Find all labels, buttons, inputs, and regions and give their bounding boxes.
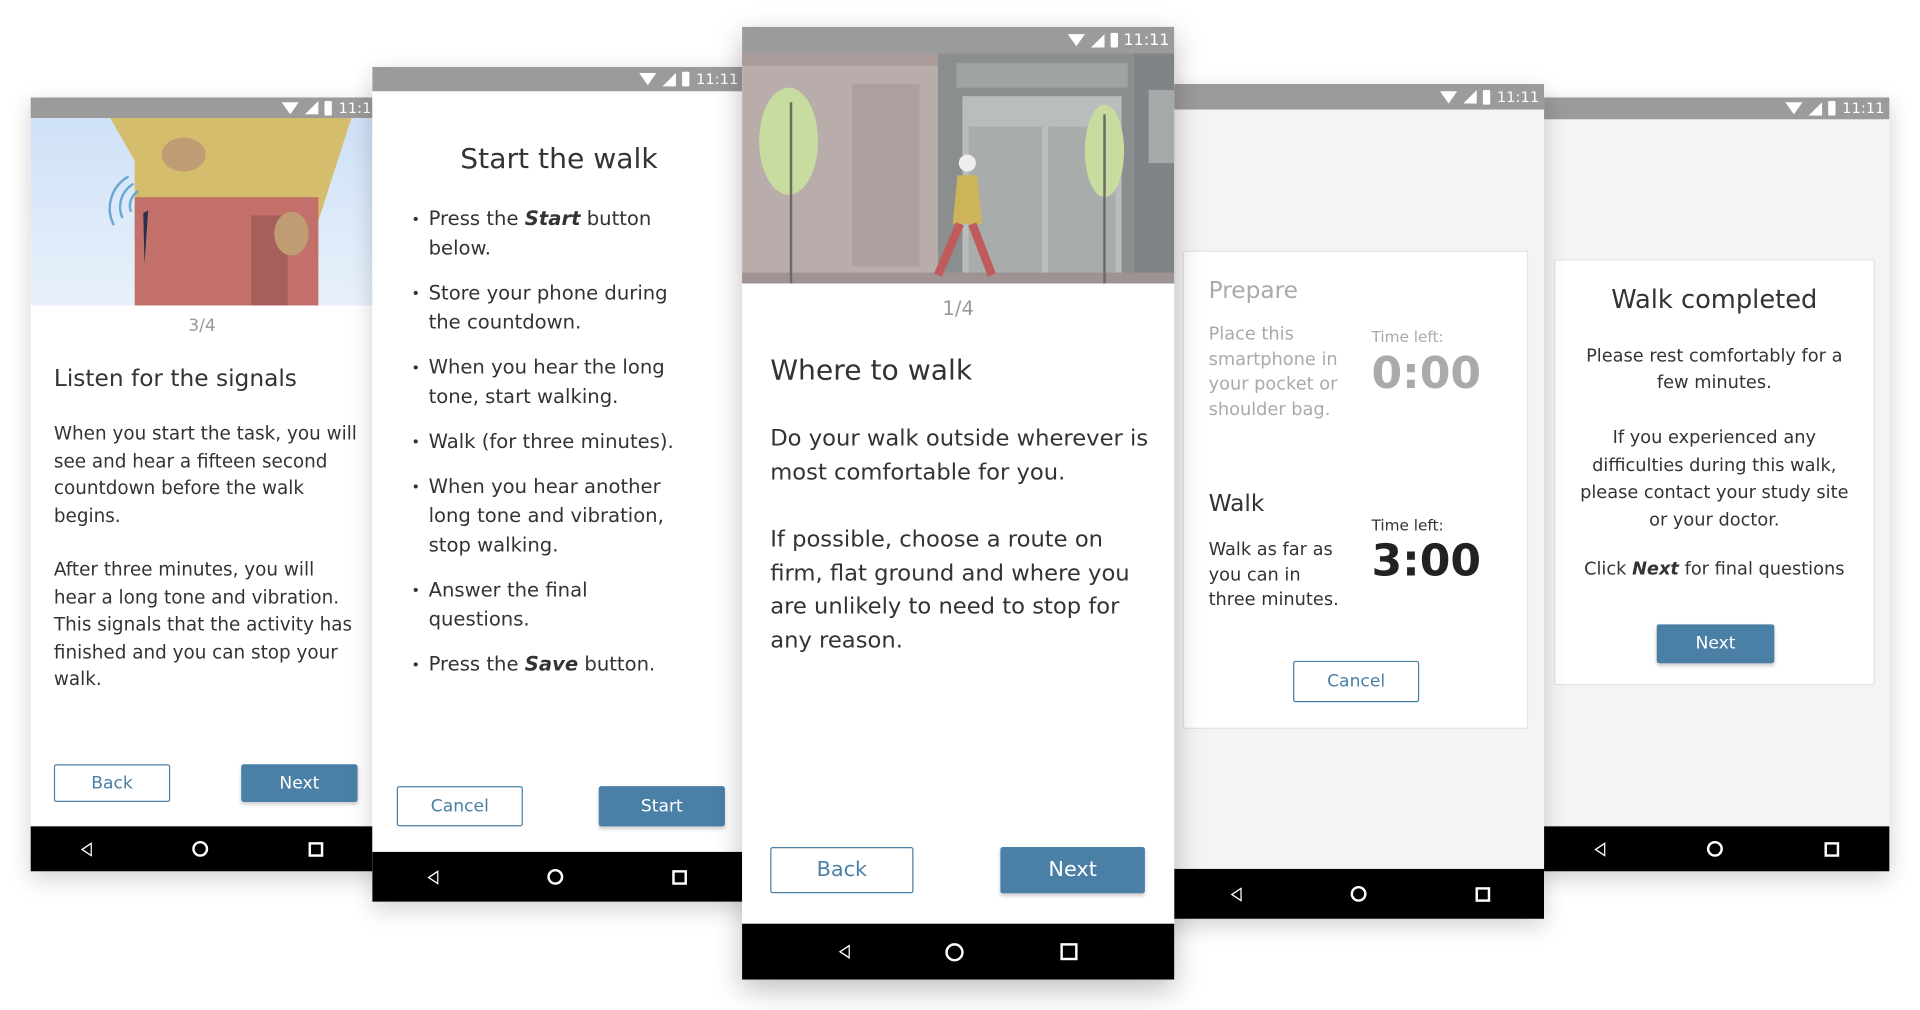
body-paragraph: If possible, choose a route on firm, fla… [770,526,1130,653]
status-bar: 11:11 [1151,83,1545,110]
back-nav-icon[interactable] [1230,886,1242,902]
wifi-icon [282,101,300,114]
step-indicator: 3/4 [188,316,216,336]
status-time: 11:11 [1123,31,1170,50]
instruction-bold: Next [1632,559,1679,580]
start-button[interactable]: Start [598,786,725,827]
back-nav-icon[interactable] [426,869,438,885]
walk-countdown: 3:00 [1371,536,1482,587]
wifi-icon [1785,102,1803,115]
recents-nav-icon[interactable] [1474,886,1490,902]
list-item: Press the Start button below. [409,204,691,262]
list-item: Walk (for three minutes). [409,427,691,456]
list-item: When you hear the long tone, start walki… [409,353,691,411]
signal-icon [1090,33,1104,47]
status-bar: 11:11 [742,26,1175,54]
wifi-icon [639,73,657,86]
prepare-title: Prepare [1208,277,1298,305]
phone-screen-walk-completed: 11:11 Walk completed Please rest comfort… [1530,97,1890,872]
battery-icon [682,71,690,87]
android-nav-bar [372,851,758,902]
difficulties-text: If you experienced any difficulties duri… [1580,428,1849,531]
status-time: 11:11 [1842,99,1885,117]
battery-icon [1483,89,1491,105]
signal-icon [305,101,319,115]
instruction-text: for final questions [1678,559,1845,580]
step-indicator: 1/4 [942,296,974,321]
cancel-button[interactable]: Cancel [396,786,523,827]
status-time: 11:11 [696,70,739,88]
list-item: When you hear another long tone and vibr… [409,472,691,560]
list-item: Answer the final questions. [409,576,691,634]
body-paragraph: After three minutes, you will hear a lon… [53,558,353,691]
android-nav-bar [30,826,386,872]
walk-title: Walk [1208,490,1265,518]
recents-nav-icon[interactable] [308,841,324,857]
prepare-time-label: Time left: [1371,327,1444,346]
illustration-person-walking-street [742,53,1175,284]
rest-text: Please rest comfortably for a few minute… [1586,346,1843,394]
instruction-text: Click [1584,559,1633,580]
signal-icon [1809,101,1823,116]
illustration-person-phone-pocket [30,118,386,306]
home-nav-icon[interactable] [192,840,209,857]
home-nav-icon[interactable] [546,868,563,885]
phone-screen-where-to-walk: 11:11 1/4 Where to walk Do your walk out… [742,26,1175,980]
recents-nav-icon[interactable] [1823,841,1839,857]
wifi-icon [1067,34,1085,47]
cancel-button[interactable]: Cancel [1293,660,1420,703]
status-bar: 11:11 [1530,97,1890,120]
list-item: Store your phone during the countdown. [409,279,691,337]
prepare-countdown: 0:00 [1371,349,1482,400]
walk-time-label: Time left: [1371,516,1444,535]
next-button[interactable]: Next [1656,624,1775,664]
phone-screen-walk-timer: 11:11 Prepare Place this smartphone in y… [1151,83,1545,919]
next-button[interactable]: Next [241,764,358,803]
back-nav-icon[interactable] [838,944,850,959]
screen-title: Where to walk [770,355,973,388]
status-time: 11:11 [1496,88,1540,106]
recents-nav-icon[interactable] [1060,943,1078,961]
timer-card: Prepare Place this smartphone in your po… [1182,250,1529,729]
back-button[interactable]: Back [53,764,171,803]
battery-icon [324,100,333,116]
battery-icon [1110,32,1118,48]
home-nav-icon[interactable] [945,942,965,961]
card-title: Walk completed [1611,284,1818,314]
walk-completed-card: Walk completed Please rest comfortably f… [1553,259,1875,686]
android-nav-bar [1151,868,1545,919]
wifi-icon [1440,90,1458,103]
status-bar: 11:11 [30,97,386,119]
body-paragraph: Do your walk outside wherever is most co… [770,425,1149,485]
instruction-list: Press the Start button below. Store your… [409,204,691,694]
status-bar: 11:11 [372,66,758,92]
phone-screen-start-walk: 11:11 Start the walk Press the Start but… [372,66,758,902]
list-item: Press the Save button. [409,650,691,679]
home-nav-icon[interactable] [1706,840,1723,857]
phone-screen-listen-signals: 11:11 3/4 Listen for the signals When yo… [30,97,386,872]
next-instruction: Click Next for final questions [1555,560,1873,579]
battery-icon [1828,101,1837,116]
body-paragraph: When you start the task, you will see an… [53,422,357,527]
next-button[interactable]: Next [1000,847,1145,894]
android-nav-bar [742,923,1175,980]
prepare-text: Place this smartphone in your pocket or … [1208,324,1338,420]
android-nav-bar [1530,826,1890,872]
back-nav-icon[interactable] [1593,841,1605,857]
signal-icon [1463,90,1478,104]
signal-icon [662,72,677,86]
walk-text: Walk as far as you can in three minutes. [1208,540,1339,610]
back-button[interactable]: Back [770,847,914,894]
screen-title: Start the walk [460,143,658,176]
back-nav-icon[interactable] [80,841,92,857]
home-nav-icon[interactable] [1350,885,1366,902]
screen-title: Listen for the signals [53,365,297,392]
recents-nav-icon[interactable] [671,869,687,885]
